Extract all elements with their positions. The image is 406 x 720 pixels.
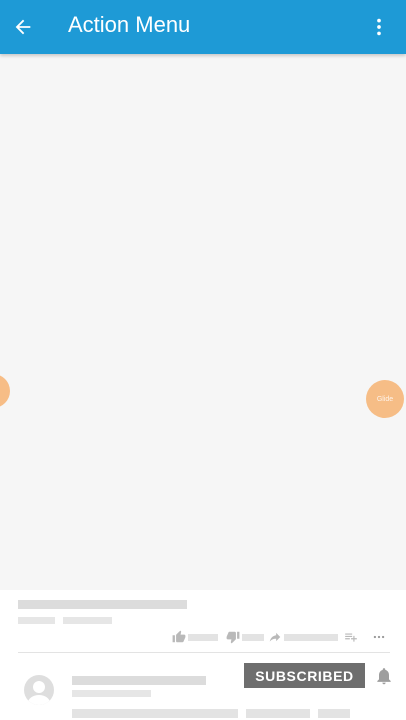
divider [18,652,390,653]
thumb-up-icon[interactable] [172,630,186,644]
floating-glide-label: Glide [376,395,394,403]
bell-icon[interactable] [374,665,394,687]
more-horiz-icon[interactable] [372,630,386,644]
channel-avatar[interactable] [24,675,54,705]
channel-name-placeholder [72,676,206,685]
share-icon[interactable] [268,630,282,644]
video-title-placeholder [18,600,187,609]
add-to-playlist-icon[interactable] [344,630,358,644]
description-placeholder-3 [318,709,350,718]
views-placeholder [18,617,55,624]
app-screen: Action Menu Glide SUBSCRIBED [0,0,406,720]
like-count-placeholder [188,634,218,641]
share-label-placeholder [284,634,338,641]
person-icon [27,681,51,705]
overflow-menu-button[interactable] [360,8,398,46]
date-placeholder [63,617,112,624]
description-placeholder-1 [72,709,238,718]
content-area [0,54,406,590]
more-vert-icon [377,18,381,36]
dislike-count-placeholder [242,634,264,641]
video-info-panel: SUBSCRIBED [0,590,406,720]
subscribed-button[interactable]: SUBSCRIBED [244,663,365,688]
back-button[interactable] [4,8,42,46]
arrow-back-icon [15,19,31,35]
thumb-down-icon[interactable] [226,630,240,644]
app-bar: Action Menu [0,0,406,54]
page-title: Action Menu [68,12,191,37]
subscriber-count-placeholder [72,690,151,697]
floating-glide-button[interactable]: Glide [366,380,404,418]
description-placeholder-2 [246,709,310,718]
